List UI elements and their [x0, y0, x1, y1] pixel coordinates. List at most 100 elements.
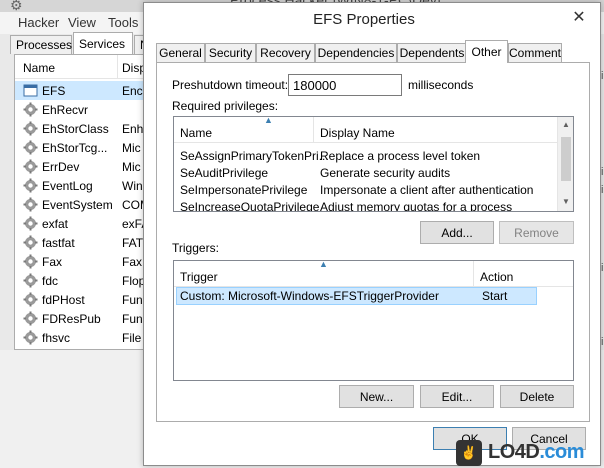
service-row[interactable]: EhRecvr: [15, 100, 153, 119]
tab-processes[interactable]: Processes: [10, 35, 72, 54]
privilege-display-name: Replace a process level token: [320, 149, 481, 163]
privilege-name: SeIncreaseQuotaPrivilege: [180, 200, 320, 212]
privilege-row[interactable]: SeAuditPrivilege Generate security audits: [174, 164, 557, 181]
service-row[interactable]: EventSystem COM: [15, 195, 153, 214]
privilege-display-name: Generate security audits: [320, 166, 451, 180]
service-display-name: File: [122, 331, 142, 345]
privilege-name: SeAssignPrimaryTokenPri...: [180, 149, 329, 163]
privilege-row[interactable]: SeImpersonatePrivilege Impersonate a clie…: [174, 181, 557, 198]
service-display-name: FAT: [122, 236, 144, 250]
lo4d-logo-icon: ✌: [456, 440, 482, 466]
service-window-icon: [23, 83, 38, 98]
trigger-row[interactable]: Custom: Microsoft-Windows-EFSTriggerProv…: [176, 287, 537, 305]
scroll-up-icon[interactable]: ▲: [558, 117, 573, 133]
edit-trigger-button[interactable]: Edit...: [420, 385, 494, 408]
tab-dependencies[interactable]: Dependencies: [315, 43, 397, 62]
menu-hacker[interactable]: Hacker: [18, 15, 59, 30]
service-name: fdPHost: [42, 293, 85, 307]
service-row[interactable]: EFS Enc: [15, 81, 153, 100]
service-row[interactable]: ErrDev Mic: [15, 157, 153, 176]
service-name: EventLog: [42, 179, 93, 193]
service-display-name: Mic: [122, 141, 141, 155]
preshutdown-timeout-input[interactable]: [288, 74, 402, 96]
privileges-list[interactable]: ▲ Name Display Name SeAssignPrimaryToken…: [173, 116, 574, 212]
tab-panel-other: Preshutdown timeout: milliseconds Requir…: [156, 62, 590, 422]
column-name[interactable]: Name: [23, 61, 55, 75]
tab-comment[interactable]: Comment: [508, 43, 562, 62]
column-action[interactable]: Action: [474, 261, 554, 287]
scrollbar-thumb[interactable]: [561, 137, 571, 181]
triggers-list[interactable]: ▲ Trigger Action Custom: Microsoft-Windo…: [173, 260, 574, 381]
service-name: exfat: [42, 217, 69, 231]
trigger-action: Start: [482, 289, 508, 303]
service-display-name: Fun: [122, 312, 143, 326]
service-display-name: Enh: [122, 122, 144, 136]
service-display-name: Fun: [122, 293, 143, 307]
service-name: EventSystem: [42, 198, 113, 212]
preshutdown-label: Preshutdown timeout:: [172, 78, 289, 92]
service-name: EFS: [42, 84, 66, 98]
column-privilege-name[interactable]: Name: [174, 117, 314, 143]
privilege-display-name: Impersonate a client after authenticatio…: [320, 183, 534, 197]
tab-dependents[interactable]: Dependents: [397, 43, 467, 62]
service-row[interactable]: fdc Flop: [15, 271, 153, 290]
new-trigger-button[interactable]: New...: [339, 385, 414, 408]
service-name: Fax: [42, 255, 63, 269]
service-row[interactable]: fhsvc File: [15, 328, 153, 347]
column-privilege-display-name[interactable]: Display Name: [314, 117, 554, 143]
tab-security[interactable]: Security: [205, 43, 256, 62]
service-name: EhRecvr: [42, 103, 89, 117]
service-display-name: Fax: [122, 255, 143, 269]
service-row[interactable]: fastfat FAT: [15, 233, 153, 252]
menu-view[interactable]: View: [68, 15, 96, 30]
privilege-name: SeImpersonatePrivilege: [180, 183, 308, 197]
services-list-header: Name Disp: [15, 55, 153, 79]
add-privilege-button[interactable]: Add...: [420, 221, 494, 244]
lo4d-text: LO4D.com: [488, 441, 585, 464]
service-row[interactable]: exfat exFA: [15, 214, 153, 233]
service-row[interactable]: FDResPub Fun: [15, 309, 153, 328]
service-gear-icon: [23, 292, 38, 307]
service-name: ErrDev: [42, 160, 80, 174]
column-trigger[interactable]: Trigger: [174, 261, 474, 287]
privilege-row[interactable]: SeAssignPrimaryTokenPri... Replace a proc…: [174, 147, 557, 164]
privileges-list-header: ▲ Name Display Name: [174, 117, 557, 143]
dialog-tabstrip: General Security Recovery Dependencies D…: [156, 40, 590, 63]
service-row[interactable]: fdPHost Fun: [15, 290, 153, 309]
service-row[interactable]: EhStorTcg... Mic: [15, 138, 153, 157]
required-privileges-label: Required privileges:: [172, 99, 279, 113]
service-row[interactable]: Fax Fax: [15, 252, 153, 271]
service-gear-icon: [23, 254, 38, 269]
lo4d-text-suffix: .com: [539, 441, 585, 463]
service-gear-icon: [23, 159, 38, 174]
service-name: EhStorTcg...: [42, 141, 108, 155]
column-separator: [117, 55, 118, 79]
menu-tools[interactable]: Tools: [108, 15, 138, 30]
service-gear-icon: [23, 235, 38, 250]
service-gear-icon: [23, 140, 38, 155]
triggers-list-header: ▲ Trigger Action: [174, 261, 573, 287]
tab-recovery[interactable]: Recovery: [256, 43, 315, 62]
tab-general[interactable]: General: [156, 43, 205, 62]
service-gear-icon: [23, 121, 38, 136]
service-row[interactable]: EhStorClass Enh: [15, 119, 153, 138]
tab-services[interactable]: Services: [73, 32, 133, 54]
service-display-name: Enc: [122, 84, 143, 98]
service-row[interactable]: EventLog Win: [15, 176, 153, 195]
scroll-down-icon[interactable]: ▼: [558, 194, 573, 210]
privilege-row[interactable]: SeIncreaseQuotaPrivilege Adjust memory qu…: [174, 198, 557, 212]
privileges-scrollbar[interactable]: ▲ ▼: [557, 117, 573, 211]
tab-other[interactable]: Other: [465, 40, 508, 63]
delete-trigger-button[interactable]: Delete: [500, 385, 574, 408]
trigger-name: Custom: Microsoft-Windows-EFSTriggerProv…: [180, 289, 439, 303]
service-name: fhsvc: [42, 331, 71, 345]
services-list[interactable]: Name Disp EFS Enc EhRecvr EhStorClass Enh EhS…: [14, 54, 154, 350]
triggers-label: Triggers:: [172, 241, 219, 255]
service-display-name: Flop: [122, 274, 146, 288]
close-button[interactable]: ✕: [562, 5, 596, 29]
lo4d-watermark: ✌ LO4D.com: [456, 440, 596, 466]
efs-properties-dialog: EFS Properties ✕ General Security Recove…: [143, 2, 601, 466]
remove-privilege-button[interactable]: Remove: [499, 221, 574, 244]
privilege-display-name: Adjust memory quotas for a process: [320, 200, 513, 212]
service-gear-icon: [23, 273, 38, 288]
